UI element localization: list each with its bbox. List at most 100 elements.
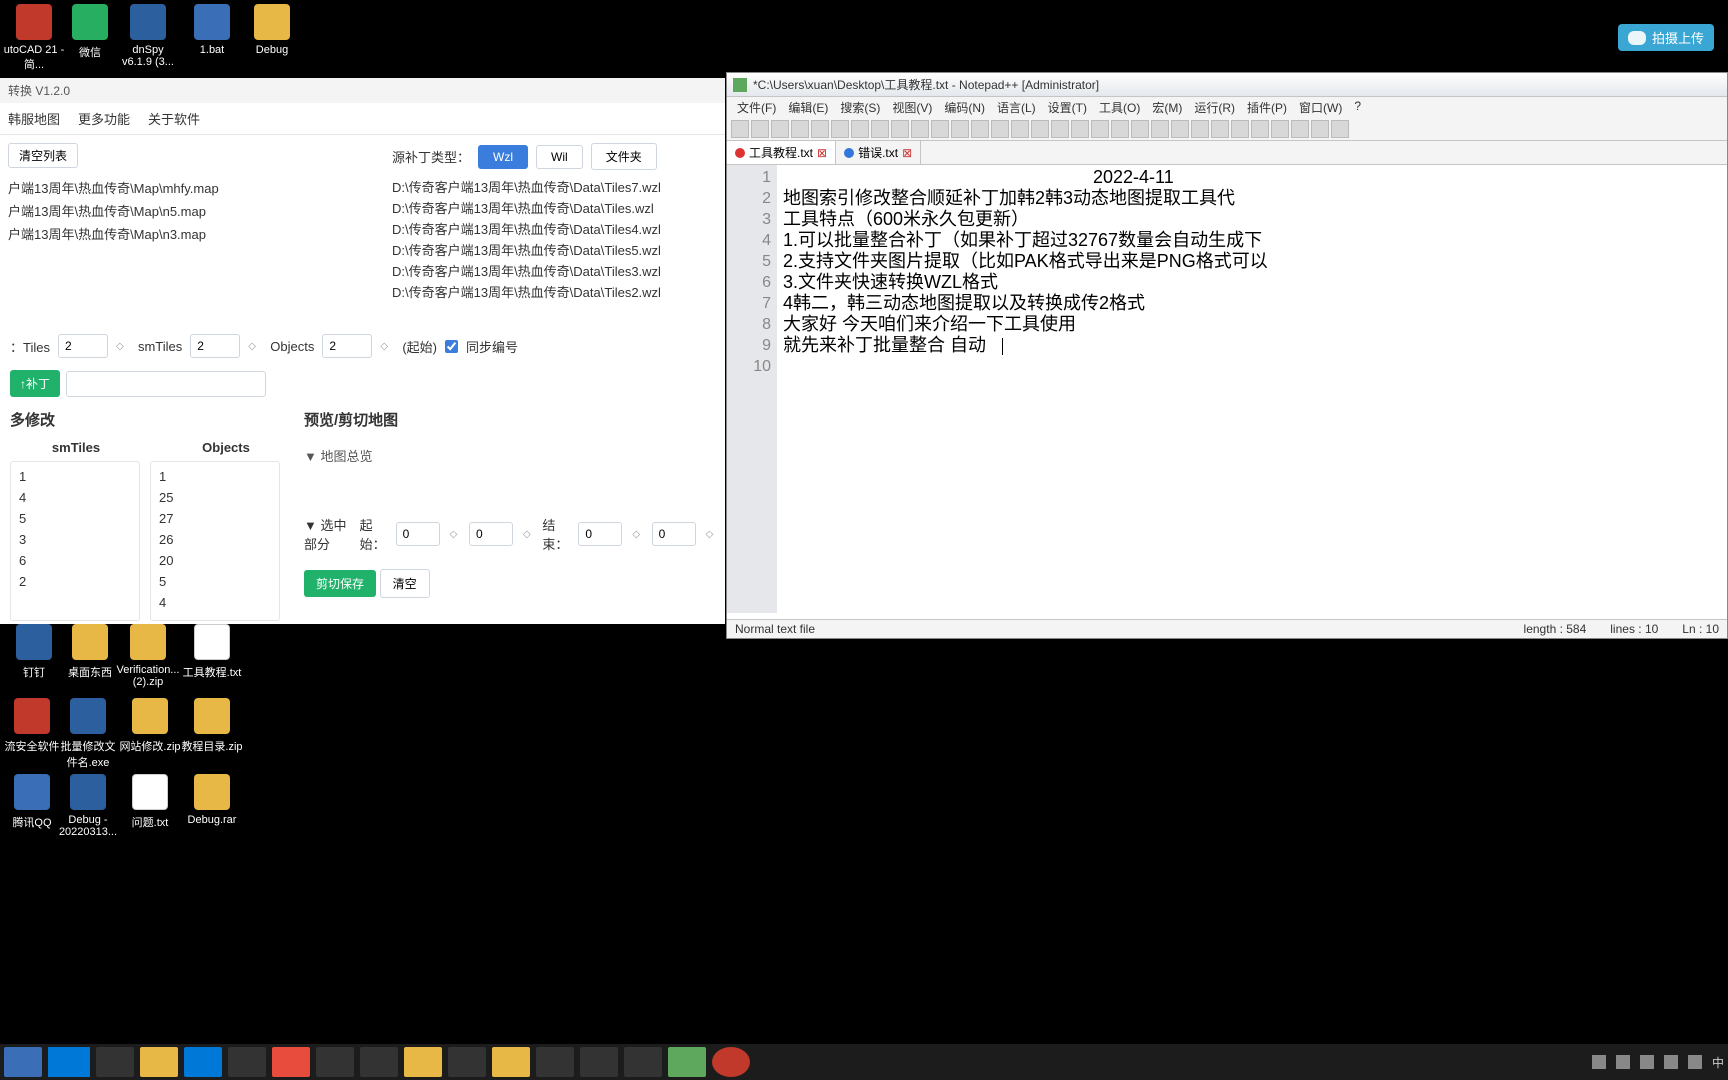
taskbar-item[interactable] bbox=[360, 1047, 398, 1077]
zoom-out-icon[interactable] bbox=[1031, 120, 1049, 138]
menu-tools[interactable]: 工具(O) bbox=[1095, 99, 1144, 116]
list-item[interactable]: 1 bbox=[19, 466, 131, 487]
smtiles-list[interactable]: 1 4 5 3 6 2 bbox=[10, 461, 140, 621]
list-item[interactable]: 4 bbox=[159, 592, 271, 613]
menu-macro[interactable]: 宏(M) bbox=[1148, 99, 1186, 116]
list-item[interactable]: 6 bbox=[19, 550, 131, 571]
map-file-list[interactable]: 户端13周年\热血传奇\Map\mhfy.map 户端13周年\热血传奇\Map… bbox=[8, 176, 380, 318]
taskbar-item[interactable] bbox=[140, 1047, 178, 1077]
desktop-icon[interactable]: 1.bat bbox=[180, 4, 244, 56]
sync-v-icon[interactable] bbox=[1051, 120, 1069, 138]
find-icon[interactable] bbox=[971, 120, 989, 138]
taskbar-notepadpp[interactable] bbox=[668, 1047, 706, 1077]
desktop-icon[interactable]: utoCAD 21 - 简... bbox=[2, 4, 66, 72]
list-item[interactable]: 户端13周年\热血传奇\Map\n5.map bbox=[8, 199, 380, 222]
crop-save-button[interactable]: 剪切保存 bbox=[304, 570, 376, 597]
menu-window[interactable]: 窗口(W) bbox=[1295, 99, 1346, 116]
menu-edit[interactable]: 编辑(E) bbox=[784, 99, 832, 116]
list-item[interactable]: 3 bbox=[19, 529, 131, 550]
menu-run[interactable]: 运行(R) bbox=[1190, 99, 1239, 116]
list-item[interactable]: D:\传奇客户端13周年\热血传奇\Data\Tiles4.wzl bbox=[392, 218, 717, 239]
npp-titlebar[interactable]: *C:\Users\xuan\Desktop\工具教程.txt - Notepa… bbox=[727, 73, 1727, 97]
objects-input[interactable] bbox=[322, 334, 372, 358]
desktop-icon[interactable]: 教程目录.zip bbox=[180, 698, 244, 754]
paste-icon[interactable] bbox=[911, 120, 929, 138]
copy-icon[interactable] bbox=[891, 120, 909, 138]
redo-icon[interactable] bbox=[951, 120, 969, 138]
tab-error[interactable]: 错误.txt ⊠ bbox=[836, 141, 921, 164]
wzl-button[interactable]: Wzl bbox=[478, 145, 528, 169]
spinner-icon[interactable]: ◇ bbox=[380, 341, 394, 352]
taskbar-item[interactable] bbox=[404, 1047, 442, 1077]
open-icon[interactable] bbox=[751, 120, 769, 138]
code-content[interactable]: 2022-4-11 地图索引修改整合顺延补丁加韩2韩3动态地图提取工具代 工具特… bbox=[777, 165, 1727, 613]
list-item[interactable]: 2 bbox=[19, 571, 131, 592]
menu-item[interactable]: 韩服地图 bbox=[8, 109, 60, 128]
tiles-input[interactable] bbox=[58, 334, 108, 358]
desktop-icon[interactable]: dnSpy v6.1.9 (3... bbox=[116, 4, 180, 68]
replace-icon[interactable] bbox=[991, 120, 1009, 138]
taskbar-mail[interactable] bbox=[96, 1047, 134, 1077]
desktop-icon[interactable]: 微信 bbox=[58, 4, 122, 60]
folder-icon[interactable] bbox=[1211, 120, 1229, 138]
desktop-icon[interactable]: Verification...(2).zip bbox=[116, 624, 180, 688]
save-macro-icon[interactable] bbox=[1331, 120, 1349, 138]
list-item[interactable]: 20 bbox=[159, 550, 271, 571]
list-item[interactable]: 4 bbox=[19, 487, 131, 508]
overview-toggle[interactable]: ▼ 地图总览 bbox=[304, 440, 715, 471]
menu-item[interactable]: 关于软件 bbox=[148, 109, 200, 128]
taskbar-item[interactable] bbox=[580, 1047, 618, 1077]
spinner-icon[interactable]: ◇ bbox=[116, 341, 130, 352]
indent-icon[interactable] bbox=[1131, 120, 1149, 138]
menu-item[interactable]: 更多功能 bbox=[78, 109, 130, 128]
section-toggle[interactable]: ▼ 选中部分 bbox=[304, 515, 350, 553]
tab-close-icon[interactable]: ⊠ bbox=[902, 146, 912, 160]
editor-area[interactable]: 123 456 789 10 2022-4-11 地图索引修改整合顺延补丁加韩2… bbox=[727, 165, 1727, 613]
data-file-list[interactable]: D:\传奇客户端13周年\热血传奇\Data\Tiles7.wzl D:\传奇客… bbox=[392, 176, 717, 288]
desktop-icon[interactable]: Debug.rar bbox=[180, 774, 244, 826]
list-item[interactable]: D:\传奇客户端13周年\热血传奇\Data\Tiles.wzl bbox=[392, 197, 717, 218]
objects-list[interactable]: 1 25 27 26 20 5 4 bbox=[150, 461, 280, 621]
list-item[interactable]: 1 bbox=[159, 466, 271, 487]
undo-icon[interactable] bbox=[931, 120, 949, 138]
menu-view[interactable]: 视图(V) bbox=[888, 99, 936, 116]
wrap-icon[interactable] bbox=[1091, 120, 1109, 138]
start-y-input[interactable] bbox=[469, 522, 513, 546]
menu-language[interactable]: 语言(L) bbox=[993, 99, 1040, 116]
smtiles-input[interactable] bbox=[190, 334, 240, 358]
end-x-input[interactable] bbox=[578, 522, 622, 546]
list-item[interactable]: 27 bbox=[159, 508, 271, 529]
desktop-icon[interactable]: 问题.txt bbox=[118, 774, 182, 830]
taskbar-record[interactable] bbox=[712, 1047, 750, 1077]
monitor-icon[interactable] bbox=[1231, 120, 1249, 138]
volume-icon[interactable] bbox=[1688, 1055, 1702, 1069]
taskbar-item[interactable] bbox=[536, 1047, 574, 1077]
menu-plugins[interactable]: 插件(P) bbox=[1243, 99, 1291, 116]
desktop-icon[interactable]: 工具教程.txt bbox=[180, 624, 244, 680]
network-icon[interactable] bbox=[1664, 1055, 1678, 1069]
desktop-icon[interactable]: 钉钉 bbox=[2, 624, 66, 680]
desktop-icon[interactable]: Debug bbox=[240, 4, 304, 56]
taskbar-item[interactable] bbox=[316, 1047, 354, 1077]
sync-checkbox[interactable] bbox=[445, 340, 458, 353]
taskbar-item[interactable] bbox=[492, 1047, 530, 1077]
list-item[interactable]: D:\传奇客户端13周年\热血传奇\Data\Tiles7.wzl bbox=[392, 176, 717, 197]
wil-button[interactable]: Wil bbox=[536, 145, 583, 169]
list-item[interactable]: 户端13周年\热血传奇\Map\n3.map bbox=[8, 222, 380, 245]
desktop-icon[interactable]: Debug - 20220313... bbox=[56, 774, 120, 838]
show-all-icon[interactable] bbox=[1111, 120, 1129, 138]
patch-path-input[interactable] bbox=[66, 371, 266, 397]
play-multi-icon[interactable] bbox=[1311, 120, 1329, 138]
clear-list-button[interactable]: 清空列表 bbox=[8, 143, 78, 168]
taskbar-item[interactable] bbox=[4, 1047, 42, 1077]
func-list-icon[interactable] bbox=[1171, 120, 1189, 138]
new-icon[interactable] bbox=[731, 120, 749, 138]
menu-encoding[interactable]: 编码(N) bbox=[940, 99, 989, 116]
start-button[interactable] bbox=[48, 1047, 90, 1077]
taskbar-item[interactable] bbox=[228, 1047, 266, 1077]
print-icon[interactable] bbox=[851, 120, 869, 138]
tab-close-icon[interactable]: ⊠ bbox=[817, 146, 827, 160]
folder-button[interactable]: 文件夹 bbox=[591, 143, 657, 170]
save-icon[interactable] bbox=[771, 120, 789, 138]
desktop-icon[interactable]: 腾讯QQ bbox=[0, 774, 64, 830]
